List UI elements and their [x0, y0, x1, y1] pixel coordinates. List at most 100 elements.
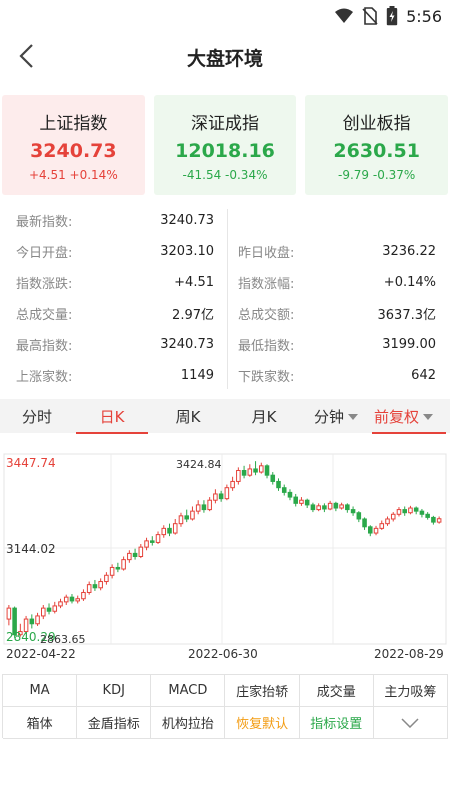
tab-intraday[interactable]: 分时	[0, 406, 74, 427]
status-icons: 5:56	[334, 6, 442, 26]
candle-body	[419, 510, 425, 515]
candle	[362, 517, 367, 530]
indicator-zhuangjia-button[interactable]: 庄家抬轿	[225, 675, 300, 707]
candle-body	[41, 607, 46, 617]
expand-indicators-button[interactable]	[373, 707, 448, 739]
candle-body	[190, 510, 195, 520]
candle-body	[144, 540, 149, 548]
indicator-volume-button[interactable]: 成交量	[299, 675, 374, 707]
x-label-mid: 2022-06-30	[188, 647, 258, 661]
index-card-shanghai[interactable]: 上证指数 3240.73 +4.51 +0.14%	[2, 95, 145, 195]
indicator-zhuli-button[interactable]: 主力吸筹	[373, 675, 448, 707]
candle-body	[396, 509, 402, 515]
stats-left-column: 最新指数: 3240.73 今日开盘: 3203.10 指数涨跌: +4.51 总成交…	[16, 205, 214, 391]
indicator-macd-button[interactable]: MACD	[151, 675, 226, 707]
candle	[63, 594, 69, 605]
candle	[127, 550, 132, 563]
indicator-settings-button[interactable]: 指标设置	[299, 707, 374, 739]
candle-body	[259, 465, 264, 473]
stat-row: 今日开盘: 3203.10	[16, 236, 214, 267]
candle	[41, 604, 46, 620]
candle	[86, 581, 92, 595]
tab-adjustment[interactable]: 前复权	[370, 406, 448, 434]
candle	[138, 544, 144, 559]
indicator-kdj-button[interactable]: KDJ	[77, 675, 152, 707]
indicator-box-button[interactable]: 箱体	[3, 707, 78, 739]
tab-label: 分钟	[313, 407, 344, 426]
candle-body	[224, 487, 230, 500]
stat-row: 总成交额: 3637.3亿	[238, 298, 436, 329]
candle	[46, 603, 52, 615]
candle	[224, 484, 230, 501]
index-change: -41.54 -0.34%	[182, 168, 268, 182]
stat-value: 3199.00	[382, 337, 436, 352]
candle	[69, 594, 75, 604]
candle	[322, 503, 327, 513]
candle-body	[132, 552, 138, 558]
stat-value: 642	[411, 368, 436, 383]
candle-body	[127, 552, 132, 561]
kline-chart[interactable]: 3447.74 3144.02 2840.29 3424.84 2863.65 …	[0, 440, 450, 665]
stat-value: 3240.73	[160, 213, 214, 228]
candle	[115, 562, 121, 573]
indicator-grid: MA KDJ MACD 庄家抬轿 成交量 主力吸筹 箱体 金盾指标 机构拉抬 恢…	[2, 674, 448, 739]
stat-label: 总成交额:	[238, 308, 295, 323]
candle	[333, 501, 339, 512]
stat-label: 最高指数:	[16, 339, 73, 354]
candle	[293, 493, 298, 507]
candle	[425, 512, 430, 520]
indicator-ma-button[interactable]: MA	[3, 675, 78, 707]
candle	[431, 515, 436, 525]
tab-label: 日K	[99, 407, 125, 426]
candle	[310, 502, 316, 513]
status-time: 5:56	[406, 6, 442, 26]
index-change: +4.51 +0.14%	[28, 168, 118, 182]
candle-body	[339, 504, 344, 509]
candle	[356, 511, 362, 523]
stats-right-column: 昨日收盘: 3236.22 指数涨幅: +0.14% 总成交额: 3637.3亿 最低…	[238, 205, 436, 391]
candle	[345, 503, 350, 513]
candle-body	[207, 499, 212, 511]
candle-body	[150, 540, 155, 543]
candle	[247, 464, 253, 477]
period-tabs: 分时 日K 周K 月K 分钟 前复权	[0, 399, 450, 434]
index-value: 2630.51	[333, 140, 420, 162]
candle	[178, 512, 184, 527]
candle	[236, 467, 241, 485]
restore-default-button[interactable]: 恢复默认	[225, 707, 300, 739]
index-name: 深证成指	[191, 114, 259, 134]
indicator-jindun-button[interactable]: 金盾指标	[77, 707, 152, 739]
candle	[304, 498, 310, 509]
indicator-jigou-button[interactable]: 机构拉抬	[151, 707, 226, 739]
annotation-high: 3424.84	[176, 458, 222, 471]
tab-monthly-k[interactable]: 月K	[226, 406, 302, 427]
candle	[230, 476, 235, 491]
stat-label: 昨日收盘:	[238, 246, 295, 261]
stat-value: 3236.22	[382, 244, 436, 259]
tab-minute[interactable]: 分钟	[302, 406, 370, 427]
stat-row: 总成交量: 2.97亿	[16, 298, 214, 329]
index-card-chinext[interactable]: 创业板指 2630.51 -9.79 -0.37%	[305, 95, 449, 195]
candle	[35, 612, 40, 626]
stat-label: 指数涨幅:	[238, 277, 295, 292]
candle	[195, 500, 201, 515]
stat-row: 昨日收盘: 3236.22	[238, 236, 436, 267]
candle	[368, 525, 373, 537]
y-label-mid: 3144.02	[6, 542, 56, 556]
candle-body	[81, 591, 86, 600]
candle	[98, 578, 103, 591]
candle-body	[58, 601, 63, 607]
index-card-shenzhen[interactable]: 深证成指 12018.16 -41.54 -0.34%	[153, 95, 297, 195]
candle	[190, 506, 195, 521]
candle	[132, 548, 138, 560]
candle-body	[29, 618, 35, 625]
status-bar: 5:56	[0, 0, 450, 32]
tab-weekly-k[interactable]: 周K	[150, 406, 226, 427]
candle-body	[218, 493, 224, 500]
candle	[408, 505, 413, 515]
tab-daily-k[interactable]: 日K	[74, 406, 150, 434]
candle-body	[281, 487, 287, 493]
candle-body	[413, 507, 419, 512]
candle-body	[356, 512, 362, 520]
candle	[287, 489, 293, 501]
